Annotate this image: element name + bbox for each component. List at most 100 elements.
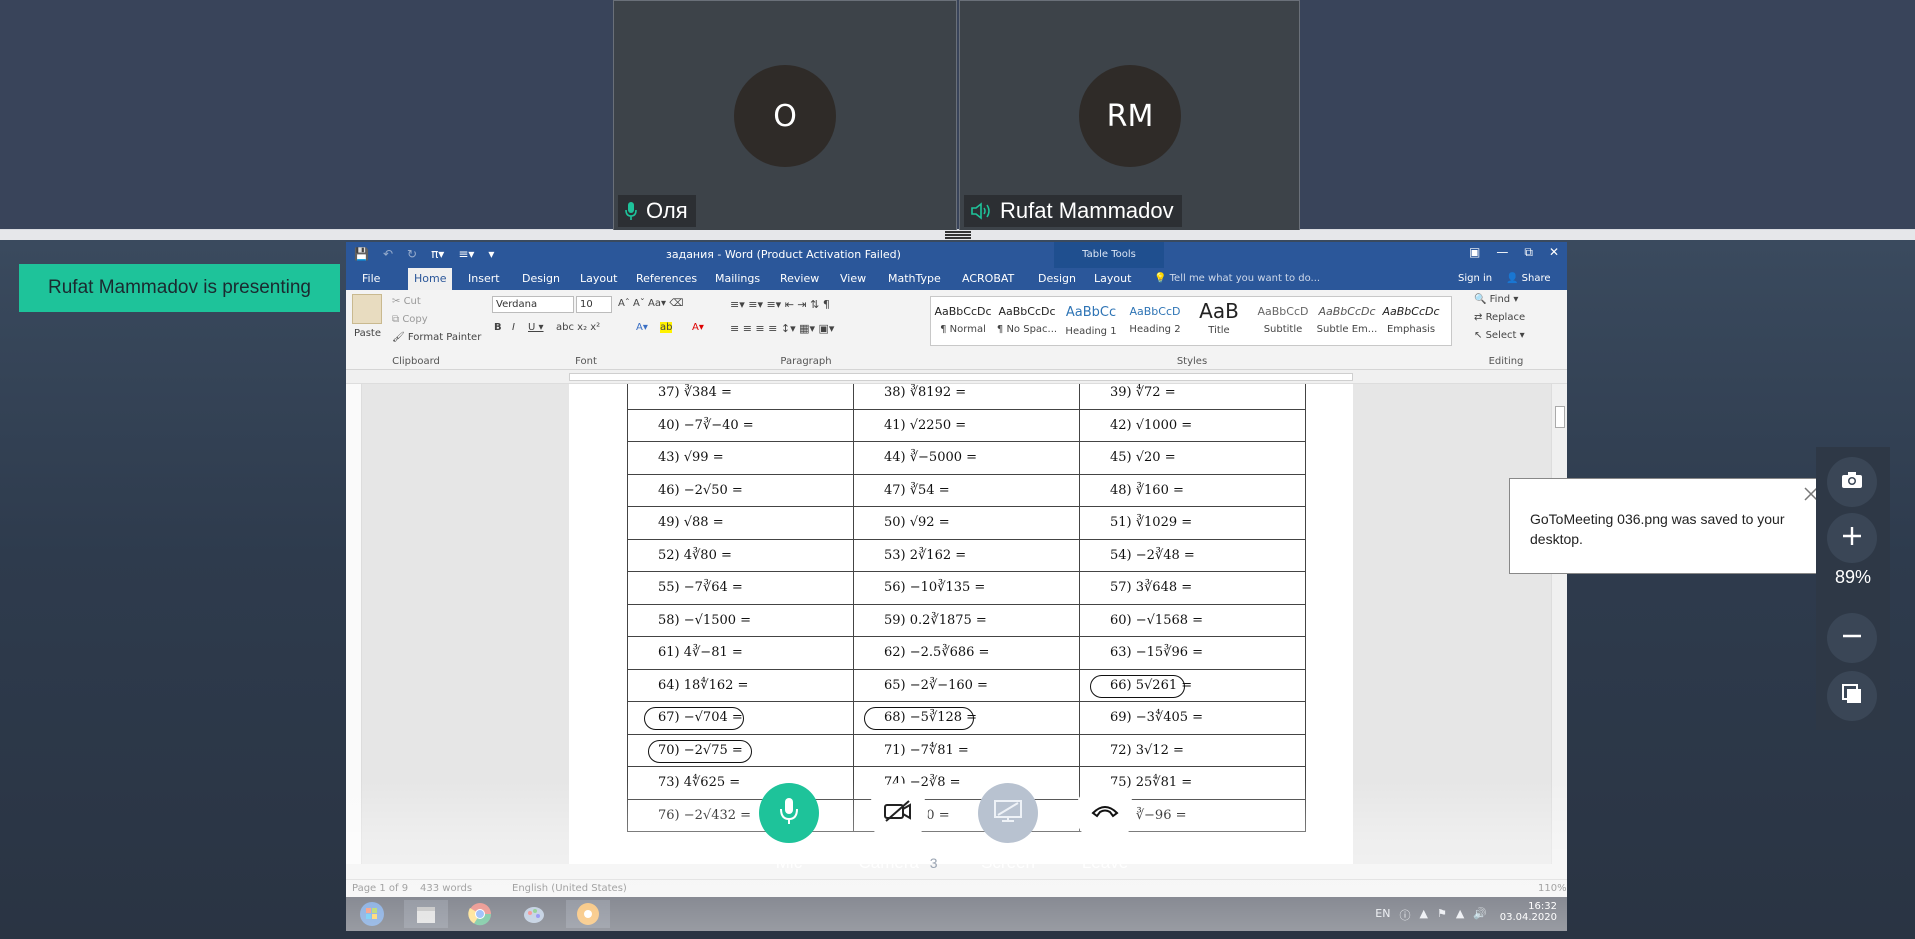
style-no-spacing[interactable]: AaBbCcDc ¶ No Spac... <box>995 297 1059 345</box>
math-cell[interactable]: 59) 0.2∛1875 = <box>853 603 1080 637</box>
math-cell[interactable]: 58) −√1500 = <box>627 603 854 637</box>
tab-insert[interactable]: Insert <box>462 268 506 290</box>
ribbon-display-icon[interactable]: ▣ <box>1469 245 1480 260</box>
math-cell[interactable]: 54) −2∛48 = <box>1079 538 1306 572</box>
math-cell[interactable]: 52) 4∛80 = <box>627 538 854 572</box>
math-cell[interactable]: 51) ∛1029 = <box>1079 506 1306 540</box>
italic-icon[interactable]: I <box>512 322 515 333</box>
find-button[interactable]: 🔍 Find ▾ <box>1474 294 1518 305</box>
underline-icon[interactable]: U ▾ <box>528 322 544 333</box>
zoom-in-button[interactable] <box>1827 513 1877 563</box>
math-cell[interactable]: 42) √1000 = <box>1079 408 1306 442</box>
customize-icon[interactable]: ▾ <box>488 247 494 261</box>
tray-expand-icon[interactable]: ▲ <box>1419 907 1427 923</box>
leave-button[interactable] <box>1075 783 1135 843</box>
chrome-icon[interactable] <box>458 900 502 928</box>
calendar-app-icon[interactable] <box>404 900 448 928</box>
document-canvas[interactable]: 37) ∛384 = 38) ∛8192 = 39) ∜72 = 40) −7∛−40… <box>346 384 1551 864</box>
gotomeeting-icon[interactable] <box>566 900 610 928</box>
format-painter-button[interactable]: 🖌 Format Painter <box>392 332 481 343</box>
sign-in-link[interactable]: Sign in <box>1458 268 1492 290</box>
math-cell[interactable]: 37) ∛384 = <box>627 384 854 410</box>
style-title[interactable]: AaB Title <box>1187 297 1251 345</box>
zoom-percent[interactable]: 110% <box>1538 883 1567 894</box>
math-cell[interactable]: 53) 2∛162 = <box>853 538 1080 572</box>
save-icon[interactable]: 💾 <box>354 247 369 261</box>
tab-view[interactable]: View <box>834 268 872 290</box>
replace-button[interactable]: ⇄ Replace <box>1474 312 1525 323</box>
math-cell[interactable]: 73) 4∜625 = <box>627 766 854 800</box>
tab-review[interactable]: Review <box>774 268 825 290</box>
scroll-thumb[interactable] <box>1555 406 1565 428</box>
math-cell[interactable]: 67) −√704 = <box>627 701 854 735</box>
paint-icon[interactable] <box>512 900 556 928</box>
math-cell[interactable]: 46) −2√50 = <box>627 473 854 507</box>
tab-layout[interactable]: Layout <box>574 268 623 290</box>
math-cell[interactable]: 45) √20 = <box>1079 441 1306 475</box>
paste-button[interactable]: Paste <box>354 328 381 339</box>
math-cell[interactable]: 60) −√1568 = <box>1079 603 1306 637</box>
tab-mailings[interactable]: Mailings <box>709 268 766 290</box>
font-color-icon[interactable]: A▾ <box>692 322 704 333</box>
bold-icon[interactable]: B <box>494 322 502 333</box>
horizontal-ruler[interactable] <box>346 370 1567 384</box>
flag-icon[interactable]: ⚑ <box>1437 907 1447 923</box>
align-icons[interactable]: ≡ ≡ ≡ ≡ ↕▾ ▦▾ ▣▾ <box>730 322 834 335</box>
word-count[interactable]: 433 words <box>420 883 472 894</box>
screen-button[interactable] <box>978 783 1038 843</box>
tell-me-box[interactable]: 💡 Tell me what you want to do... <box>1154 268 1320 290</box>
minimize-icon[interactable]: — <box>1496 245 1508 260</box>
text-effects-icon[interactable]: A▾ <box>636 322 648 333</box>
math-cell[interactable]: 47) ∛54 = <box>853 473 1080 507</box>
math-cell[interactable]: 61) 4∛−81 = <box>627 636 854 670</box>
volume-icon[interactable]: 🔊 <box>1473 907 1487 923</box>
tab-table-design[interactable]: Design <box>1032 268 1082 290</box>
spacing-icon[interactable]: ≡▾ <box>458 247 474 261</box>
grow-font-icon[interactable]: Aˆ Aˇ Aa▾ ⌫ <box>618 298 683 309</box>
tab-home[interactable]: Home <box>408 268 453 290</box>
math-cell[interactable]: 57) 3∛648 = <box>1079 571 1306 605</box>
share-button[interactable]: 👤 Share <box>1506 268 1551 290</box>
help-icon[interactable]: ⓘ <box>1399 907 1410 923</box>
math-cell[interactable]: 72) 3√12 = <box>1079 733 1306 767</box>
clock[interactable]: 16:32 03.04.2020 <box>1500 901 1557 923</box>
page-count[interactable]: Page 1 of 9 <box>352 883 408 894</box>
style-heading-2[interactable]: AaBbCcD Heading 2 <box>1123 297 1187 345</box>
resize-grip-icon[interactable] <box>945 231 971 239</box>
language-status[interactable]: English (United States) <box>512 883 627 894</box>
math-cell[interactable]: 44) ∛−5000 = <box>853 441 1080 475</box>
math-cell[interactable]: 76) −2√432 = <box>627 798 854 832</box>
tab-table-layout[interactable]: Layout <box>1088 268 1137 290</box>
pop-out-button[interactable] <box>1827 671 1877 721</box>
tab-references[interactable]: References <box>630 268 703 290</box>
equation-icon[interactable]: π▾ <box>431 247 444 261</box>
math-cell[interactable]: 70) −2√75 = <box>627 733 854 767</box>
signal-icon[interactable]: ▲ <box>1456 907 1464 923</box>
math-cell[interactable]: 38) ∛8192 = <box>853 384 1080 410</box>
style-emphasis[interactable]: AaBbCcDc Emphasis <box>1379 297 1443 345</box>
tab-file[interactable]: File <box>356 268 386 290</box>
participant-tile[interactable]: O Оля <box>613 0 957 231</box>
style-subtitle[interactable]: AaBbCcD Subtitle <box>1251 297 1315 345</box>
close-icon[interactable]: ✕ <box>1549 245 1559 260</box>
highlight-icon[interactable]: ab <box>660 322 673 333</box>
font-name-select[interactable]: Verdana <box>492 296 574 313</box>
math-cell[interactable]: 49) √88 = <box>627 506 854 540</box>
style-subtle-emphasis[interactable]: AaBbCcDc Subtle Em... <box>1315 297 1379 345</box>
select-button[interactable]: ↖ Select ▾ <box>1474 330 1525 341</box>
paste-icon[interactable] <box>352 294 382 324</box>
vertical-scrollbar[interactable] <box>1551 384 1567 864</box>
font-size-select[interactable]: 10 <box>576 296 612 313</box>
math-cell[interactable]: 63) −15∛96 = <box>1079 636 1306 670</box>
math-cell[interactable]: 48) ∛160 = <box>1079 473 1306 507</box>
math-cell[interactable]: 39) ∜72 = <box>1079 384 1306 410</box>
math-cell[interactable]: 56) −10∛135 = <box>853 571 1080 605</box>
mic-button[interactable] <box>759 783 819 843</box>
zoom-out-button[interactable] <box>1827 613 1877 663</box>
vertical-ruler[interactable] <box>346 384 362 864</box>
tab-mathtype[interactable]: MathType <box>882 268 947 290</box>
language-indicator[interactable]: EN <box>1375 907 1390 923</box>
cut-button[interactable]: ✂ Cut <box>392 296 421 307</box>
tab-acrobat[interactable]: ACROBAT <box>956 268 1020 290</box>
math-cell[interactable]: 66) 5√261 = <box>1079 668 1306 702</box>
